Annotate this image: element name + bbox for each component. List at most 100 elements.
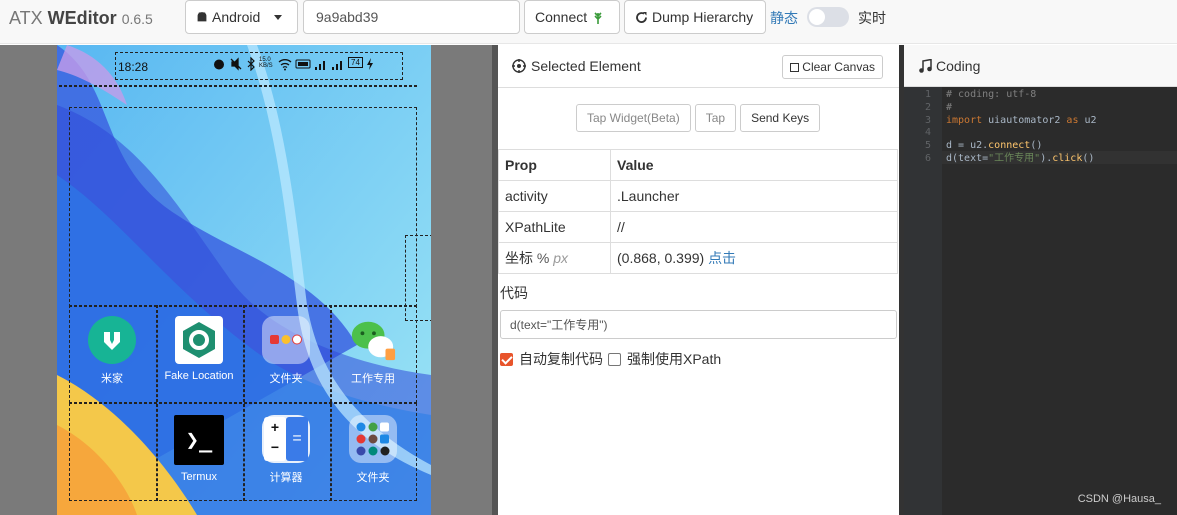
dump-hierarchy-button[interactable]: Dump Hierarchy <box>624 0 766 34</box>
value-cell: .Launcher <box>610 180 898 212</box>
clear-canvas-label: Clear Canvas <box>802 60 875 74</box>
code-label: 代码 <box>500 285 528 301</box>
calc-minus: − <box>270 439 280 455</box>
app-label: 工作专用 <box>351 373 395 385</box>
app-label: 文件夹 <box>356 472 390 484</box>
app-mijia[interactable]: 米家 <box>67 316 157 386</box>
selected-element-pane: Selected Element Clear Canvas Tap Widget… <box>498 45 899 515</box>
app-wechat-work[interactable]: 工作专用 <box>328 316 418 386</box>
volte-icon <box>295 59 311 69</box>
app-termux[interactable]: ❯_ Termux <box>154 415 244 483</box>
wechat-work-icon <box>349 316 397 364</box>
tap-button[interactable]: Tap <box>694 104 737 132</box>
prop-cell: XPathLite <box>498 211 611 243</box>
send-keys-button[interactable]: Send Keys <box>740 104 821 132</box>
app-label: 计算器 <box>269 472 303 484</box>
value-cell: (0.868, 0.399) 点击 <box>610 242 898 274</box>
code-line: import uiautomator2 as u2 <box>946 114 1097 126</box>
checkbox-icon <box>790 62 800 72</box>
app-folder-2[interactable]: 文件夹 <box>328 415 418 485</box>
screen-pane: 18:28 15.0 KB/S 74 米家 Fake Location 文件夹 … <box>0 45 492 515</box>
table-row: activity .Launcher <box>498 180 898 212</box>
code-editor[interactable]: 1 # coding: utf-8 2 # 3 import uiautomator2… <box>904 89 1177 166</box>
code-line: # <box>946 101 953 113</box>
fake-location-icon <box>175 316 223 364</box>
selected-element-title: Selected Element <box>531 58 641 74</box>
mode-live-label[interactable]: 实时 <box>858 8 886 28</box>
device-screen[interactable]: 18:28 15.0 KB/S 74 米家 Fake Location 文件夹 … <box>57 45 431 515</box>
chevron-down-icon <box>274 14 283 20</box>
code-line: d = u2.connect() <box>946 140 1043 152</box>
network-speed: 15.0 KB/S <box>259 57 273 69</box>
connect-label: Connect <box>535 9 588 25</box>
folder-icon <box>262 316 310 364</box>
dump-hierarchy-label: Dump Hierarchy <box>652 9 754 25</box>
statusbar-divider <box>59 85 417 87</box>
wifi-icon <box>278 59 292 71</box>
selected-element-header: Selected Element Clear Canvas <box>498 45 899 88</box>
mute-icon <box>230 57 242 71</box>
options-row: 自动复制代码 强制使用XPath <box>500 349 721 369</box>
app-fake-location[interactable]: Fake Location <box>154 316 244 382</box>
device-serial-input[interactable]: 9a9abd39 <box>303 0 520 34</box>
code-line: d(text="工作专用").click() <box>946 152 1095 164</box>
coord-label: 坐标 <box>505 250 533 266</box>
android-icon <box>197 12 207 22</box>
calc-equals: = <box>286 417 308 461</box>
device-serial-value: 9a9abd39 <box>316 9 379 25</box>
line-number: 2 <box>924 101 931 113</box>
platform-select-value: Android <box>212 9 261 25</box>
app-label: Termux <box>180 471 218 483</box>
platform-select[interactable]: Android <box>185 0 298 34</box>
folder-icon <box>349 415 397 463</box>
line-number: 3 <box>924 114 931 126</box>
connect-button[interactable]: Connect <box>524 0 620 34</box>
properties-table: Prop Value activity .Launcher XPathLite … <box>498 149 898 274</box>
tap-widget-button[interactable]: Tap Widget(Beta) <box>576 104 691 132</box>
leaf-icon <box>594 12 602 24</box>
status-time: 18:28 <box>118 60 149 74</box>
coord-px-toggle[interactable]: px <box>553 250 568 266</box>
col-prop-header: Prop <box>498 149 611 181</box>
app-label: 米家 <box>101 373 123 385</box>
coding-header: Coding <box>904 45 1177 87</box>
live-mode-toggle[interactable] <box>807 7 849 27</box>
coding-title: Coding <box>936 57 981 74</box>
mijia-icon <box>88 316 136 364</box>
status-icons: 15.0 KB/S 74 <box>212 57 374 71</box>
app-brand: ATX WEditor 0.6.5 <box>9 8 153 29</box>
signal-icon-2 <box>332 61 342 70</box>
line-number: 5 <box>924 140 931 152</box>
code-output-field[interactable]: d(text="工作专用") <box>500 310 897 339</box>
line-number: 4 <box>924 127 931 139</box>
coord-percent-toggle[interactable]: % <box>537 250 549 266</box>
code-line: # coding: utf-8 <box>946 89 1037 100</box>
action-buttons: Tap Widget(Beta) Tap Send Keys <box>576 104 821 132</box>
app-folder-1[interactable]: 文件夹 <box>241 316 331 386</box>
app-label: 文件夹 <box>269 373 303 385</box>
force-xpath-label: 强制使用XPath <box>627 351 722 367</box>
line-number: 1 <box>924 89 931 100</box>
col-value-header: Value <box>610 149 898 181</box>
prop-cell: 坐标 % px <box>498 242 611 274</box>
coding-pane: Coding 1 # coding: utf-8 2 # 3 import uiaut… <box>904 45 1177 515</box>
widget-area-bounds <box>69 107 417 307</box>
table-row: XPathLite // <box>498 211 898 243</box>
brand-prefix: ATX <box>9 8 48 28</box>
auto-copy-checkbox[interactable] <box>500 352 513 366</box>
version-label: 0.6.5 <box>121 11 153 27</box>
bluetooth-icon <box>247 57 255 71</box>
mode-static-label[interactable]: 静态 <box>770 8 798 28</box>
charging-icon <box>366 58 373 70</box>
termux-icon: ❯_ <box>174 415 224 465</box>
clear-canvas-button[interactable]: Clear Canvas <box>782 55 883 79</box>
alarm-icon <box>214 59 224 70</box>
table-row: 坐标 % px (0.868, 0.399) 点击 <box>498 242 898 274</box>
line-number: 6 <box>924 152 931 164</box>
brand-name: WEditor <box>47 8 117 28</box>
coord-click-link[interactable]: 点击 <box>708 250 736 266</box>
termux-glyph: ❯_ <box>185 427 213 453</box>
force-xpath-checkbox[interactable] <box>608 352 621 366</box>
signal-icon <box>315 61 325 70</box>
app-calculator[interactable]: + − = 计算器 <box>241 415 331 485</box>
